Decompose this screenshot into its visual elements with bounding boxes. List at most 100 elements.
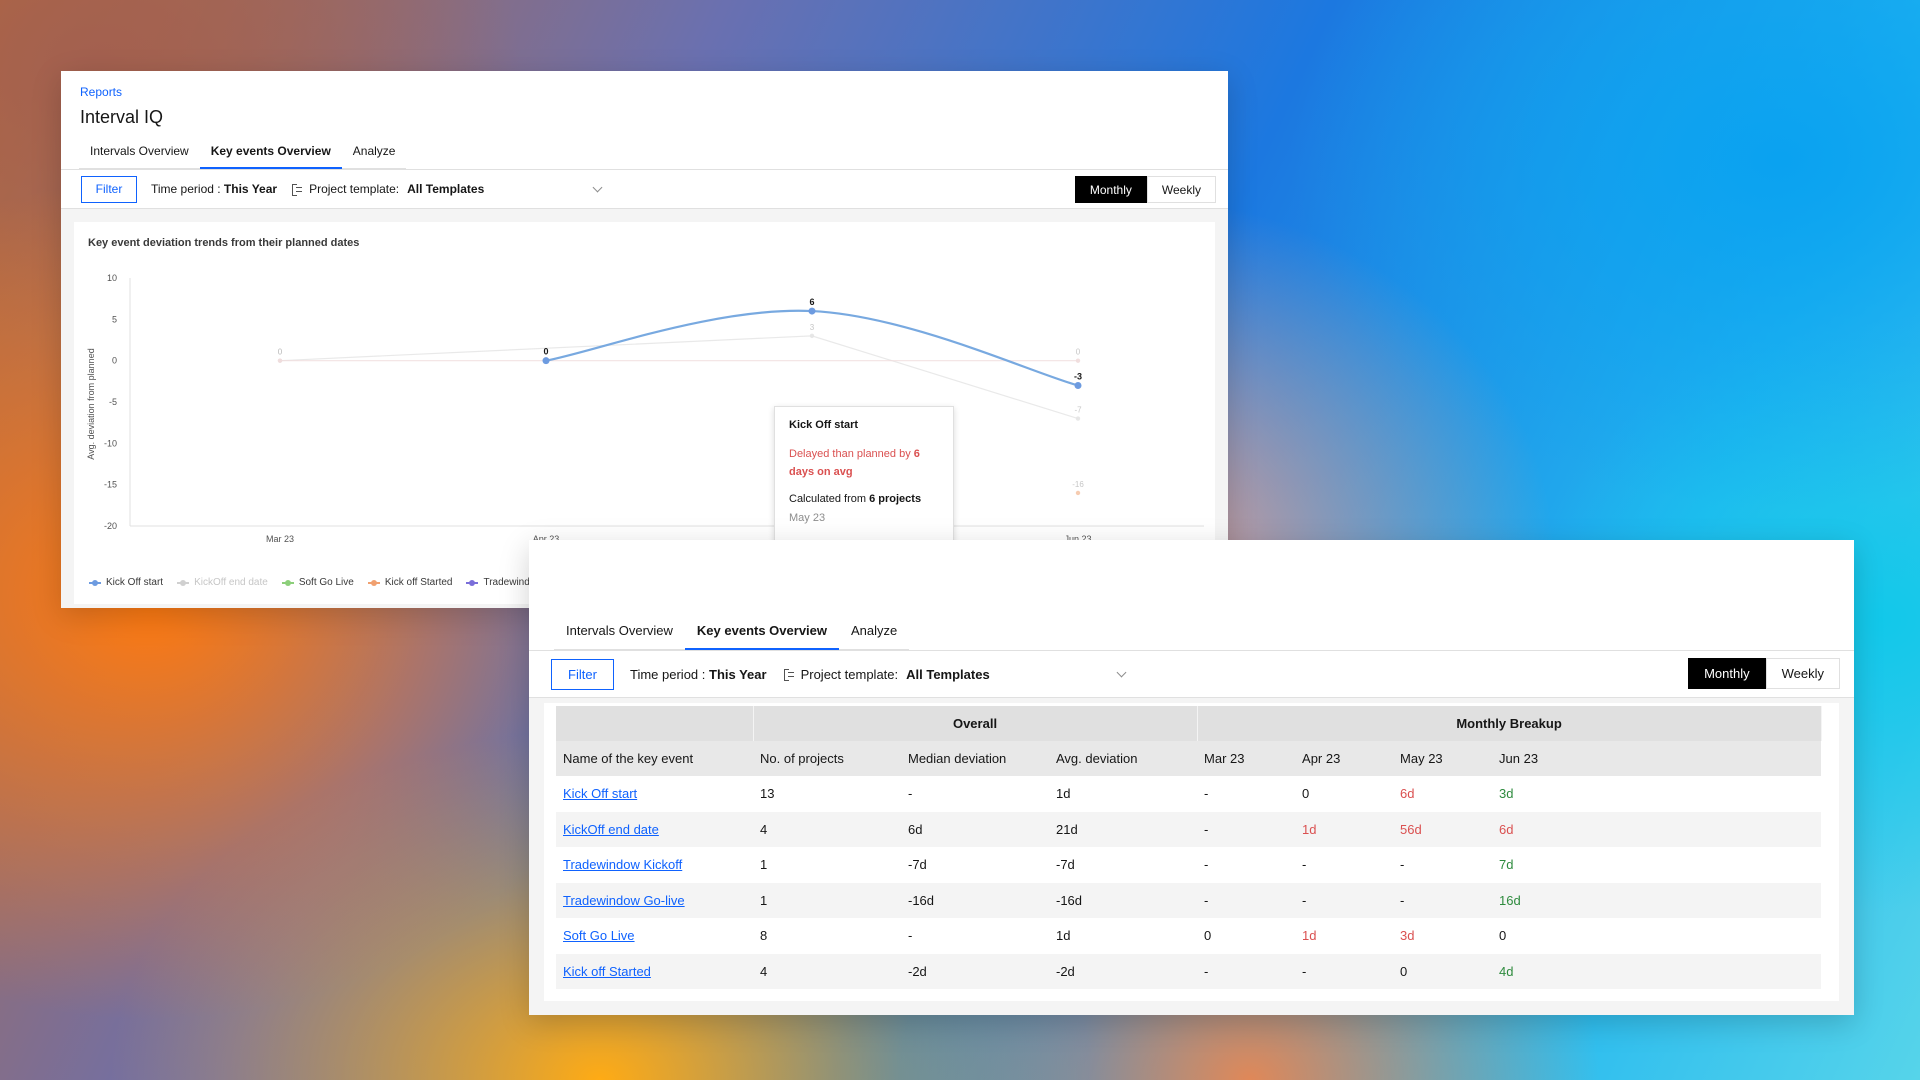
filter-button-2[interactable]: Filter: [551, 658, 614, 690]
key-event-link[interactable]: KickOff end date: [563, 822, 659, 837]
cell-projects: 1: [753, 882, 901, 918]
key-event-link[interactable]: Kick off Started: [563, 964, 651, 979]
tooltip-date: May 23: [789, 512, 826, 524]
cell-month-value: 0: [1393, 953, 1493, 989]
filter-button[interactable]: Filter: [81, 175, 137, 203]
key-event-link[interactable]: Soft Go Live: [563, 928, 635, 943]
deviation-line-chart: 1050-5-10-15-20Mar 23Apr 23May 23Jun 23A…: [86, 273, 1204, 560]
cell-month-value: -: [1197, 776, 1296, 812]
legend-item[interactable]: Soft Go Live: [281, 577, 354, 588]
cell-month-value: -: [1197, 847, 1296, 883]
project-template-selector-2[interactable]: Project template: All Templates: [783, 666, 1127, 682]
data-point: [542, 357, 550, 365]
y-tick-label: -5: [109, 397, 117, 407]
data-label: 0: [1076, 348, 1081, 357]
cell-median: -16d: [901, 882, 1049, 918]
tooltip-delay-prefix: Delayed than planned by: [789, 448, 914, 460]
chevron-down-icon-2[interactable]: [1116, 667, 1127, 677]
group-header-overall: Overall: [753, 706, 1198, 741]
tab-bar-2: Intervals Overview Key events Overview A…: [554, 623, 910, 650]
time-period-label: Time period :: [151, 182, 224, 196]
cell-name: Kick Off start: [556, 776, 753, 812]
legend-label: Kick Off start: [106, 577, 164, 588]
legend-item[interactable]: Kick off Started: [367, 577, 452, 588]
y-tick-label: -15: [104, 480, 117, 490]
cell-month-value: -: [1393, 882, 1493, 918]
template-value-2: All Templates: [906, 666, 990, 682]
weekly-button-2[interactable]: Weekly: [1765, 658, 1840, 689]
template-value: All Templates: [407, 182, 485, 196]
key-event-link[interactable]: Tradewindow Kickoff: [563, 857, 682, 872]
table-row: Soft Go Live 8-1d 0 1d 3d 0: [556, 918, 1822, 954]
cell-name: Tradewindow Kickoff: [556, 847, 753, 883]
cell-projects: 1: [753, 847, 901, 883]
data-point: [809, 333, 815, 339]
legend-item[interactable]: KickOff end date: [177, 577, 268, 588]
data-point: [808, 307, 816, 315]
tab-intervals-overview[interactable]: Intervals Overview: [79, 144, 200, 169]
cell-name: Soft Go Live: [556, 918, 753, 954]
cell-month-value: -: [1295, 882, 1394, 918]
time-period[interactable]: Time period : This Year: [151, 182, 277, 196]
key-event-link[interactable]: Tradewindow Go-live: [563, 893, 685, 908]
tab-analyze[interactable]: Analyze: [342, 144, 407, 169]
table-group-header: Overall Monthly Breakup: [556, 706, 1822, 741]
tab-intervals-overview-2[interactable]: Intervals Overview: [554, 623, 685, 650]
tab-bar: Intervals Overview Key events Overview A…: [79, 144, 407, 169]
tooltip-title: Kick Off start: [789, 419, 859, 431]
key-event-link[interactable]: Kick Off start: [563, 786, 637, 801]
data-label: 6: [809, 297, 814, 307]
cell-month-value: -: [1295, 953, 1394, 989]
legend-marker-icon: [281, 579, 294, 587]
tooltip-delay-value: 6: [913, 448, 920, 460]
table-row: Tradewindow Go-live 1 -16d -16d - - -16d: [556, 882, 1822, 918]
y-tick-label: 10: [107, 273, 117, 283]
legend-label: KickOff end date: [194, 577, 268, 588]
cell-month-value: -: [1295, 847, 1394, 883]
tooltip-calc-prefix: Calculated from: [789, 493, 870, 505]
chevron-down-icon[interactable]: [592, 182, 603, 192]
col-header: Jun 23: [1492, 741, 1822, 776]
cell-avg: -16d: [1049, 882, 1198, 918]
time-period-value-2: This Year: [709, 666, 767, 682]
monthly-button[interactable]: Monthly: [1074, 176, 1147, 203]
weekly-button[interactable]: Weekly: [1146, 176, 1216, 203]
time-period-2[interactable]: Time period : This Year: [630, 667, 767, 682]
cell-month-value: -: [1197, 811, 1296, 847]
data-point: [277, 358, 283, 363]
filter-toolbar: Filter Time period : This Year Project t…: [61, 169, 1228, 209]
table-row: KickOff end date 4 6d 21d -1d 56d 6d: [556, 811, 1822, 847]
chart-tooltip: Kick Off start Delayed than planned by 6…: [774, 406, 954, 550]
y-axis-title: Avg. deviation from planned: [86, 348, 96, 459]
col-header: No. of projects: [753, 741, 901, 776]
data-label: 3: [810, 323, 815, 332]
tooltip-delay: Delayed than planned by 6 days on avg: [789, 445, 939, 481]
tab-key-events-overview[interactable]: Key events Overview: [199, 144, 342, 169]
time-period-label-2: Time period :: [630, 666, 709, 682]
cell-name: KickOff end date: [556, 811, 753, 847]
col-header: Avg. deviation: [1049, 741, 1198, 776]
filter-toolbar-2: Filter Time period : This Year Project t…: [529, 650, 1854, 698]
monthly-button-2[interactable]: Monthly: [1688, 658, 1766, 689]
table-row: Kick Off start 13-1d -0 6d 3d: [556, 776, 1822, 812]
page-header-2: Intervals Overview Key events Overview A…: [529, 540, 1854, 650]
cell-median: -: [901, 776, 1049, 812]
col-header: Mar 23: [1197, 741, 1296, 776]
tab-analyze-2[interactable]: Analyze: [839, 623, 909, 650]
template-label: Project template:: [309, 182, 400, 196]
group-header-monthly-breakup: Monthly Breakup: [1197, 706, 1822, 741]
x-tick-label: Mar 23: [266, 534, 294, 544]
data-point: [1075, 416, 1081, 421]
data-point: [1075, 358, 1081, 363]
tab-key-events-overview-2[interactable]: Key events Overview: [684, 623, 839, 650]
cell-projects: 13: [753, 776, 901, 812]
tooltip-calc-value: 6 projects: [869, 493, 922, 505]
legend-marker-icon: [89, 579, 101, 587]
legend-item[interactable]: Kick Off start: [89, 577, 163, 588]
cell-projects: 4: [753, 953, 901, 989]
breadcrumb-reports[interactable]: Reports: [80, 85, 1210, 99]
project-template-selector[interactable]: Project template: All Templates: [291, 182, 603, 196]
template-label-2: Project template:: [800, 666, 899, 682]
legend-marker-icon: [367, 579, 380, 587]
cell-median: -7d: [901, 847, 1049, 883]
